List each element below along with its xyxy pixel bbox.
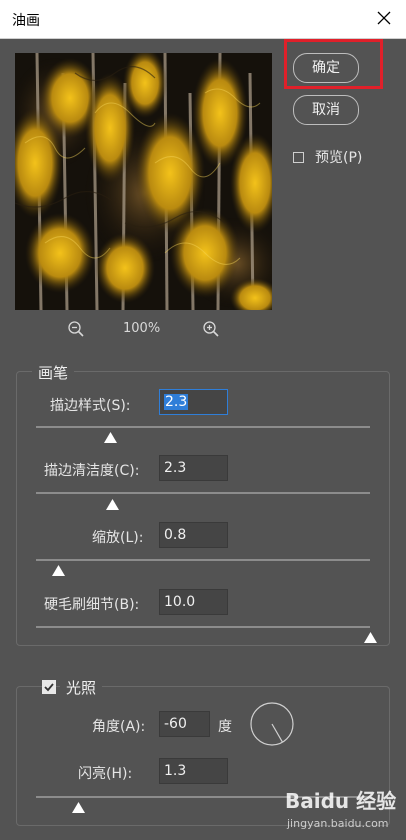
brush-legend: 画笔 xyxy=(32,362,75,383)
cancel-button[interactable]: 取消 xyxy=(293,95,359,125)
close-icon[interactable] xyxy=(374,8,394,28)
angle-label: 角度(A): xyxy=(92,719,146,735)
zoom-in-icon[interactable] xyxy=(202,320,220,338)
watermark-text: Baidu 经验 xyxy=(285,789,397,813)
scale-label: 缩放(L): xyxy=(92,530,144,546)
baidu-watermark: Baidu 经验 jingyan.baidu.com xyxy=(285,785,405,835)
cleanliness-slider-thumb[interactable] xyxy=(106,499,119,510)
bristle-detail-slider-track[interactable] xyxy=(36,626,370,628)
bristle-detail-label: 硬毛刷细节(B): xyxy=(44,597,140,613)
cleanliness-input[interactable]: 2.3 xyxy=(159,455,228,481)
stylization-slider-track[interactable] xyxy=(36,426,370,428)
angle-unit: 度 xyxy=(218,719,232,735)
stylization-input[interactable]: 2.3 xyxy=(159,389,228,415)
scale-slider-thumb[interactable] xyxy=(52,565,65,576)
checkmark-icon xyxy=(44,683,54,692)
shine-slider-thumb[interactable] xyxy=(72,802,85,813)
stylization-slider-thumb[interactable] xyxy=(104,432,117,443)
bristle-detail-input[interactable]: 10.0 xyxy=(159,589,228,615)
scale-slider-track[interactable] xyxy=(36,559,370,561)
angle-dial[interactable] xyxy=(249,701,295,747)
highlight-box xyxy=(284,39,383,89)
scale-input[interactable]: 0.8 xyxy=(159,522,228,548)
shine-input[interactable]: 1.3 xyxy=(159,758,228,784)
window-title: 油画 xyxy=(12,13,40,29)
angle-input[interactable]: -60 xyxy=(159,711,210,737)
cleanliness-slider-track[interactable] xyxy=(36,492,370,494)
preview-label: 预览(P) xyxy=(315,150,363,166)
title-bar: 油画 xyxy=(0,0,406,39)
shine-label: 闪亮(H): xyxy=(78,766,133,782)
bristle-detail-slider-thumb[interactable] xyxy=(364,632,377,643)
preview-painting xyxy=(15,53,272,310)
stylization-label: 描边样式(S): xyxy=(50,398,131,414)
zoom-level: 100% xyxy=(123,321,161,336)
cleanliness-label: 描边清洁度(C): xyxy=(44,463,140,479)
preview-image[interactable] xyxy=(15,53,272,310)
watermark-url: jingyan.baidu.com xyxy=(287,817,389,830)
lighting-legend: 光照 xyxy=(60,677,103,698)
lighting-checkbox[interactable] xyxy=(42,680,56,694)
preview-checkbox[interactable] xyxy=(293,152,304,163)
zoom-out-icon[interactable] xyxy=(67,320,85,338)
